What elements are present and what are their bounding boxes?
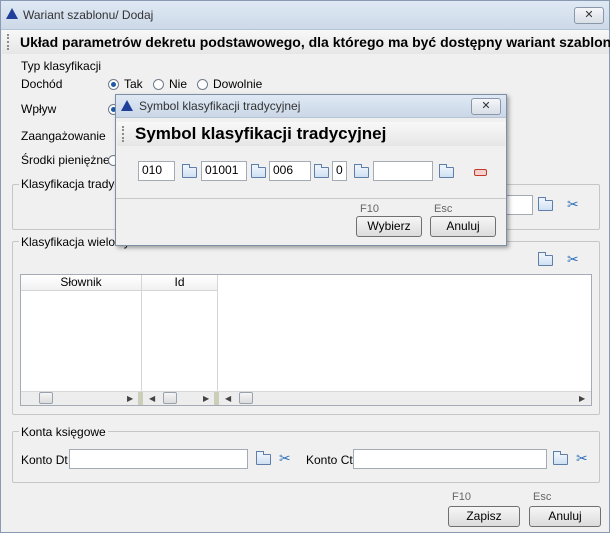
symbol-field-4-folder-icon[interactable] xyxy=(354,164,369,178)
column-divider xyxy=(141,291,142,391)
konto-ct-label: Konto Ct xyxy=(306,453,353,467)
konto-dt-clear-icon[interactable]: ✂ xyxy=(279,451,291,465)
dialog-cancel-hotkey: Esc xyxy=(434,203,453,215)
dochod-label: Dochód xyxy=(21,77,63,91)
wielowymiarowa-folder-icon[interactable] xyxy=(538,252,553,266)
klasyfikacja-tradycyjna-clear-icon[interactable]: ✂ xyxy=(567,197,579,211)
radio-dochod-dowolnie-label: Dowolnie xyxy=(213,77,263,91)
wielowymiarowa-grid: Słownik Id ▶ ◀ ▶ ◀ ▶ xyxy=(20,274,592,406)
symbol-field-1[interactable]: 010 xyxy=(138,161,175,181)
konto-dt-label: Konto Dt xyxy=(21,453,68,467)
srodki-label: Środki pieniężne xyxy=(21,153,110,167)
symbol-field-5-folder-icon[interactable] xyxy=(439,164,454,178)
typ-group-label: Typ klasyfikacji xyxy=(19,59,104,73)
scroll-left-icon-2[interactable]: ◀ xyxy=(149,393,155,405)
scroll-right-icon-1[interactable]: ▶ xyxy=(127,393,133,405)
symbol-field-2-folder-icon[interactable] xyxy=(251,164,266,178)
clear-symbol-icon[interactable] xyxy=(474,169,487,176)
pane-splitter-2[interactable] xyxy=(214,392,219,405)
dialog-title: Symbol klasyfikacji tradycyjnej xyxy=(139,99,301,113)
klasyfikacja-tradycyjna-input[interactable] xyxy=(506,195,533,215)
dialog-triangle-icon xyxy=(121,100,133,111)
wplyw-label: Wpływ xyxy=(21,102,57,116)
title-bar: Wariant szablonu/ Dodaj ✕ xyxy=(1,1,609,30)
choose-hotkey: F10 xyxy=(360,203,379,215)
symbol-field-1-folder-icon[interactable] xyxy=(182,164,197,178)
konto-ct-input[interactable] xyxy=(353,449,547,469)
column-header-slownik[interactable]: Słownik xyxy=(21,275,142,291)
choose-button[interactable]: Wybierz xyxy=(356,216,422,237)
window-close-button[interactable]: ✕ xyxy=(574,7,604,24)
column-header-id[interactable]: Id xyxy=(142,275,218,291)
dialog-cancel-button[interactable]: Anuluj xyxy=(430,216,496,237)
radio-dochod-tak-label: Tak xyxy=(124,77,143,91)
save-hotkey: F10 xyxy=(452,491,471,503)
pane-splitter-1[interactable] xyxy=(138,392,143,405)
dialog-close-button[interactable]: ✕ xyxy=(471,98,501,115)
symbol-field-3-folder-icon[interactable] xyxy=(314,164,329,178)
symbol-field-2[interactable]: 01001 xyxy=(201,161,247,181)
grip-icon xyxy=(7,34,12,50)
scrollbar-thumb-3[interactable] xyxy=(239,392,253,404)
radio-dochod-dowolnie[interactable] xyxy=(197,79,208,90)
scrollbar-thumb-2[interactable] xyxy=(163,392,177,404)
dialog-title-bar: Symbol klasyfikacji tradycyjnej ✕ xyxy=(116,95,506,118)
dialog-grip-icon xyxy=(122,126,127,142)
main-window: Wariant szablonu/ Dodaj ✕ Układ parametr… xyxy=(0,0,610,533)
symbol-field-5[interactable] xyxy=(373,161,433,181)
symbol-dialog: Symbol klasyfikacji tradycyjnej ✕ Symbol… xyxy=(115,94,507,246)
konto-ct-clear-icon[interactable]: ✂ xyxy=(576,451,588,465)
cancel-hotkey: Esc xyxy=(533,491,552,503)
zaangazowanie-label: Zaangażowanie xyxy=(21,129,106,143)
konto-dt-input[interactable] xyxy=(69,449,248,469)
column-divider xyxy=(217,291,218,391)
konto-dt-folder-icon[interactable] xyxy=(256,451,271,465)
scroll-right-icon-2[interactable]: ▶ xyxy=(203,393,209,405)
wielowymiarowa-clear-icon[interactable]: ✂ xyxy=(567,252,579,266)
dialog-header-band: Symbol klasyfikacji tradycyjnej xyxy=(117,122,505,146)
header-band: Układ parametrów dekretu podstawowego, d… xyxy=(2,30,610,54)
dialog-separator xyxy=(116,198,506,199)
scroll-right-icon-3[interactable]: ▶ xyxy=(579,393,585,405)
window-title: Wariant szablonu/ Dodaj xyxy=(23,8,154,22)
scroll-left-icon-3[interactable]: ◀ xyxy=(225,393,231,405)
horizontal-scrollbars: ▶ ◀ ▶ ◀ ▶ xyxy=(21,391,591,405)
cancel-button[interactable]: Anuluj xyxy=(529,506,601,527)
symbol-field-4[interactable]: 0 xyxy=(332,161,347,181)
app-triangle-icon xyxy=(6,8,18,19)
dialog-heading: Symbol klasyfikacji tradycyjnej xyxy=(135,124,387,143)
save-button[interactable]: Zapisz xyxy=(448,506,520,527)
radio-dochod-tak[interactable] xyxy=(108,79,119,90)
klasyfikacja-tradycyjna-folder-icon[interactable] xyxy=(538,197,553,211)
konto-ct-folder-icon[interactable] xyxy=(553,451,568,465)
symbol-field-3[interactable]: 006 xyxy=(269,161,311,181)
scrollbar-thumb-1[interactable] xyxy=(39,392,53,404)
radio-dochod-nie-label: Nie xyxy=(169,77,188,91)
page-title: Układ parametrów dekretu podstawowego, d… xyxy=(20,34,610,50)
konta-group-label: Konta księgowe xyxy=(19,425,108,439)
radio-dochod-nie[interactable] xyxy=(153,79,164,90)
